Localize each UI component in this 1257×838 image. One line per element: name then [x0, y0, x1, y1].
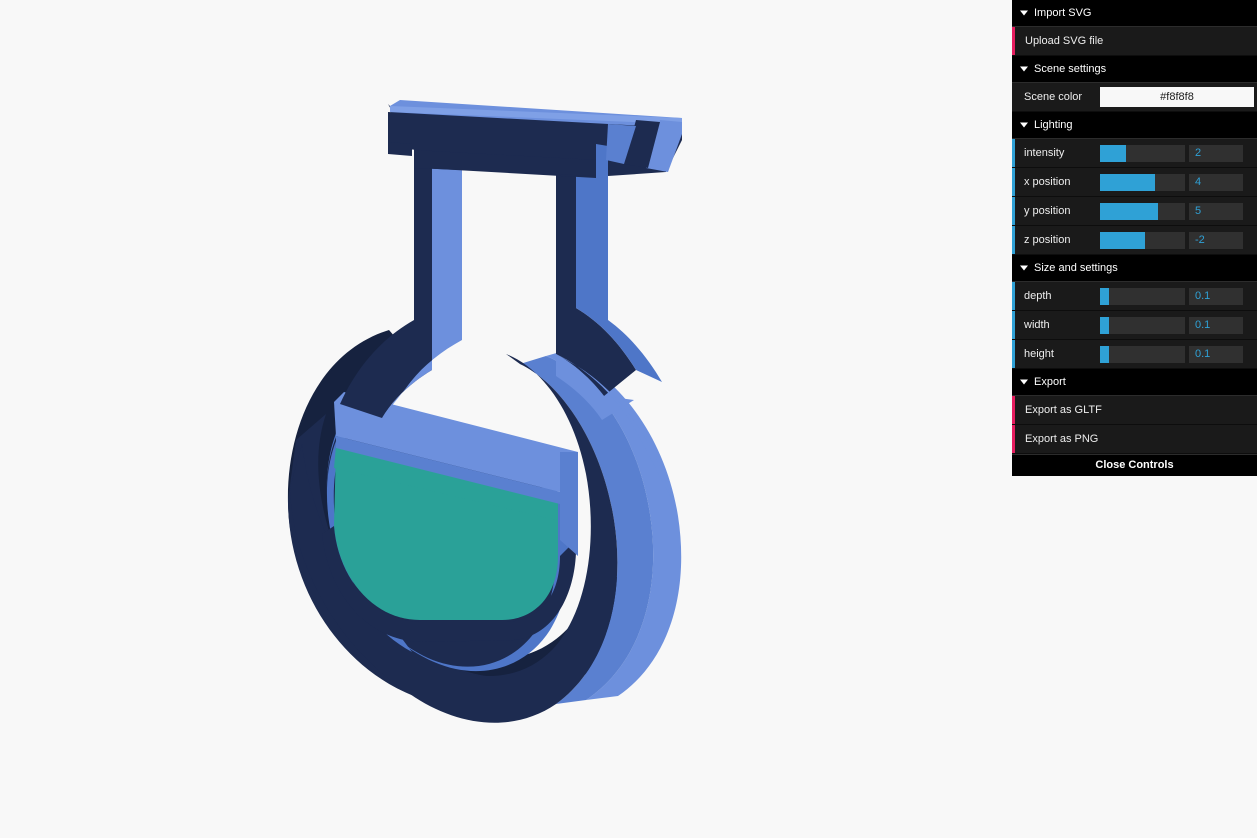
- folder-title-label: Size and settings: [1034, 262, 1118, 274]
- value-height[interactable]: 0.1: [1189, 345, 1243, 363]
- chevron-down-icon: [1020, 122, 1028, 128]
- row-accent-stripe: [1012, 282, 1015, 310]
- row-accent-stripe: [1012, 226, 1015, 254]
- row-depth[interactable]: depth 0.1: [1012, 282, 1257, 311]
- folder-title-label: Lighting: [1034, 119, 1073, 131]
- slider-fill: [1100, 231, 1146, 249]
- label-y-position: y position: [1024, 205, 1071, 217]
- slider-x-position[interactable]: [1100, 173, 1185, 191]
- app-root: Import SVG Upload SVG file Scene settings S…: [0, 0, 1257, 838]
- row-accent-stripe: [1012, 168, 1015, 196]
- label-z-position: z position: [1024, 234, 1071, 246]
- label-export-as-gltf: Export as GLTF: [1025, 404, 1102, 416]
- row-accent-stripe: [1012, 27, 1015, 55]
- slider-y-position[interactable]: [1100, 202, 1185, 220]
- close-controls-button[interactable]: Close Controls: [1012, 454, 1257, 476]
- label-export-as-png: Export as PNG: [1025, 433, 1099, 445]
- row-x-position[interactable]: x position 4: [1012, 168, 1257, 197]
- row-accent-stripe: [1012, 340, 1015, 368]
- value-depth[interactable]: 0.1: [1189, 287, 1243, 305]
- label-height: height: [1024, 348, 1054, 360]
- value-x-position[interactable]: 4: [1189, 173, 1243, 191]
- row-accent-stripe: [1012, 197, 1015, 225]
- row-height[interactable]: height 0.1: [1012, 340, 1257, 369]
- value-width[interactable]: 0.1: [1189, 316, 1243, 334]
- folder-title-label: Scene settings: [1034, 63, 1107, 75]
- row-width[interactable]: width 0.1: [1012, 311, 1257, 340]
- slider-height[interactable]: [1100, 345, 1185, 363]
- slider-z-position[interactable]: [1100, 231, 1185, 249]
- slider-width[interactable]: [1100, 316, 1185, 334]
- folder-title-label: Export: [1034, 376, 1066, 388]
- label-upload-svg-file: Upload SVG file: [1025, 35, 1104, 47]
- row-accent-stripe: [1012, 425, 1015, 453]
- label-scene-color: Scene color: [1024, 91, 1083, 103]
- row-intensity[interactable]: intensity 2: [1012, 139, 1257, 168]
- slider-fill: [1100, 316, 1109, 334]
- value-intensity[interactable]: 2: [1189, 144, 1243, 162]
- chevron-down-icon: [1020, 10, 1028, 16]
- folder-title-size-and-settings[interactable]: Size and settings: [1012, 255, 1257, 282]
- row-y-position[interactable]: y position 5: [1012, 197, 1257, 226]
- slider-fill: [1100, 202, 1158, 220]
- folder-title-import-svg[interactable]: Import SVG: [1012, 0, 1257, 27]
- chevron-down-icon: [1020, 379, 1028, 385]
- label-intensity: intensity: [1024, 147, 1065, 159]
- folder-title-label: Import SVG: [1034, 7, 1092, 19]
- slider-fill: [1100, 345, 1109, 363]
- label-x-position: x position: [1024, 176, 1071, 188]
- row-accent-stripe: [1012, 311, 1015, 339]
- chevron-down-icon: [1020, 66, 1028, 72]
- row-export-as-png[interactable]: Export as PNG: [1012, 425, 1257, 454]
- slider-fill: [1100, 173, 1156, 191]
- row-upload-svg-file[interactable]: Upload SVG file: [1012, 27, 1257, 56]
- gui-folder-list: Import SVG Upload SVG file Scene settings S…: [1012, 0, 1257, 454]
- lip-left-step: [388, 142, 412, 156]
- control-panel[interactable]: Import SVG Upload SVG file Scene settings S…: [1012, 0, 1257, 476]
- folder-title-scene-settings[interactable]: Scene settings: [1012, 56, 1257, 83]
- slider-depth[interactable]: [1100, 287, 1185, 305]
- value-z-position[interactable]: -2: [1189, 231, 1243, 249]
- value-y-position[interactable]: 5: [1189, 202, 1243, 220]
- row-accent-stripe: [1012, 396, 1015, 424]
- slider-fill: [1100, 287, 1109, 305]
- row-accent-stripe: [1012, 139, 1015, 167]
- slider-fill: [1100, 144, 1126, 162]
- bulb-mouth-right-bevel: [560, 452, 578, 556]
- row-z-position[interactable]: z position -2: [1012, 226, 1257, 255]
- label-width: width: [1024, 319, 1050, 331]
- folder-title-export[interactable]: Export: [1012, 369, 1257, 396]
- color-value-scene-color[interactable]: #f8f8f8: [1100, 87, 1254, 107]
- chevron-down-icon: [1020, 265, 1028, 271]
- label-depth: depth: [1024, 290, 1052, 302]
- row-scene-color[interactable]: Scene color #f8f8f8: [1012, 83, 1257, 112]
- slider-intensity[interactable]: [1100, 144, 1185, 162]
- row-export-as-gltf[interactable]: Export as GLTF: [1012, 396, 1257, 425]
- folder-title-lighting[interactable]: Lighting: [1012, 112, 1257, 139]
